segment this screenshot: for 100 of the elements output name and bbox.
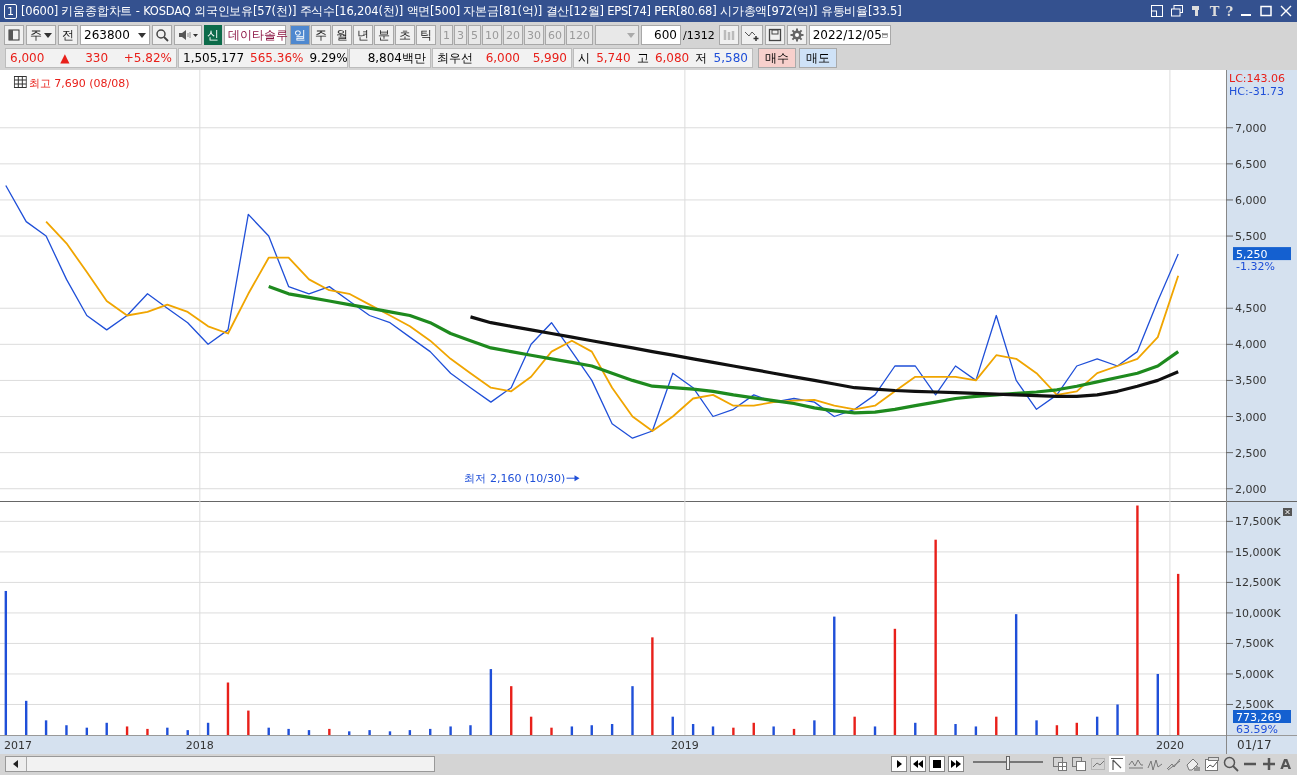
current-price-badge: 5,250 [1233, 247, 1291, 262]
chart-list-button[interactable] [4, 25, 24, 45]
time-label: 2018 [185, 739, 214, 752]
scrollbar[interactable] [5, 756, 435, 772]
font-size-button[interactable]: A [1280, 756, 1291, 772]
scroll-left-icon[interactable] [12, 760, 20, 768]
period-tab[interactable]: 년 [353, 25, 373, 45]
search-icon[interactable] [1223, 756, 1240, 772]
period-tab[interactable]: 분 [374, 25, 394, 45]
fast-forward-icon[interactable] [948, 756, 965, 772]
low-price-arrow [566, 475, 580, 482]
cursor-date: 01/17 [1237, 738, 1272, 752]
chart-window-icon[interactable] [1204, 756, 1221, 772]
quote-value: 최우선 [437, 49, 473, 67]
count-field[interactable]: 600 [641, 25, 681, 45]
plus-icon[interactable] [1261, 756, 1278, 772]
current-volume-badge: 773,269 [1233, 710, 1291, 724]
caret-icon [627, 32, 635, 38]
quote-value: 5,990 [532, 51, 567, 65]
quote-value: +5.82% [123, 51, 172, 65]
axis-label: 17,500K [1235, 515, 1281, 529]
candle-icon [721, 28, 736, 42]
help-button[interactable]: ? [1225, 3, 1233, 19]
axis-label: 7,500K [1235, 637, 1274, 651]
save-button[interactable] [764, 25, 785, 45]
quote-value: 5,580 [713, 51, 748, 65]
axis-label: 7,000 [1235, 121, 1267, 135]
speaker-dropdown[interactable] [174, 25, 202, 45]
play-icon[interactable] [891, 756, 908, 772]
quote-value: 시 [578, 49, 590, 67]
low-price-label: 최저 2,160 (10/30) [464, 472, 566, 486]
hc-value: HC:-31.73 [1229, 85, 1285, 98]
caret-icon [138, 32, 146, 38]
speaker-icon [177, 28, 199, 42]
settings-button[interactable] [786, 25, 807, 45]
time-label: 2019 [670, 739, 699, 752]
axis-label: 10,000K [1235, 606, 1281, 620]
quote-value: 6,080 [654, 51, 690, 65]
axis-label: 3,000 [1235, 410, 1267, 424]
layout-icon[interactable] [1149, 4, 1164, 18]
search-button[interactable] [152, 25, 172, 45]
quote-value: 330 [85, 51, 109, 65]
period-tab[interactable]: 일 [290, 25, 310, 45]
axis-label: 2,500K [1235, 698, 1274, 712]
jeon-button[interactable]: 전 [58, 25, 78, 45]
period-tab[interactable]: 월 [332, 25, 352, 45]
volume-ratio: 63.59% [1236, 723, 1278, 736]
axis-label: 12,500K [1235, 576, 1281, 590]
time-label: 2017 [4, 739, 32, 752]
caret-icon [44, 32, 52, 38]
maximize-icon[interactable] [1259, 4, 1273, 18]
sell-button[interactable]: 매도 [799, 48, 837, 68]
high-price-label: 최고 7,690 (08/08) [28, 77, 130, 90]
windows-icon[interactable] [1169, 4, 1184, 18]
scroll-thumb[interactable] [26, 757, 434, 771]
font-button[interactable]: T [1209, 3, 1220, 19]
period-tab[interactable]: 초 [395, 25, 415, 45]
close-icon[interactable] [1279, 4, 1293, 18]
axis-label: 6,500 [1235, 157, 1267, 171]
grid-window-icon[interactable] [1052, 756, 1069, 772]
quote-value: 1,505,177 [183, 51, 245, 65]
axis-label: 5,500 [1235, 230, 1267, 244]
new-badge: 신 [204, 25, 222, 45]
axis-label: 4,500 [1235, 302, 1267, 316]
axis-label: 5,000K [1235, 667, 1274, 681]
close-panel-icon[interactable] [1283, 508, 1292, 516]
window-title: [0600] 키움종합차트 - KOSDAQ 외국인보유[57(천)] 주식수[16,204(천)] 액면[500] 자본금[81(억)] 결산[12월] EPS[74] PER[80.68] 시가총액[972(억)] 유통비율[33.5] [21, 3, 902, 19]
trend-line-icon[interactable] [1166, 756, 1183, 772]
market-dropdown[interactable]: 주 [26, 25, 56, 45]
grid-marker-icon [14, 76, 27, 88]
overlap-window-icon[interactable] [1071, 756, 1088, 772]
period-tab[interactable]: 주 [311, 25, 331, 45]
cursor-line-icon[interactable] [1109, 756, 1126, 772]
axis-label: 4,000 [1235, 338, 1267, 352]
line-plus-button[interactable] [740, 25, 763, 45]
buy-button[interactable]: 매수 [758, 48, 796, 68]
period-tab[interactable]: 틱 [416, 25, 436, 45]
eraser-icon[interactable] [1185, 756, 1202, 772]
quote-value: 565.36% [250, 51, 304, 65]
rewind-icon[interactable] [910, 756, 927, 772]
date-field[interactable]: 2022/12/05 [808, 25, 891, 45]
stock-name-field[interactable]: 데이타솔루 [224, 25, 286, 45]
quote-value: 5,740 [596, 51, 631, 65]
quote-value: 9.29% [309, 51, 348, 65]
slider-thumb[interactable] [1006, 756, 1011, 770]
code-field[interactable]: 263800 [80, 25, 150, 45]
quote-value: 6,000 [10, 51, 45, 65]
quote-value: 저 [695, 49, 708, 67]
window-number: 1 [4, 3, 17, 19]
axis-label: 6,000 [1235, 193, 1267, 207]
axis-label: 2,000 [1235, 482, 1267, 496]
stop-icon[interactable] [929, 756, 946, 772]
quote-value: ▲ [60, 51, 70, 65]
zoom-slider[interactable] [973, 756, 1044, 772]
time-label: 2020 [1155, 739, 1184, 752]
quote-value: 고 [636, 49, 649, 67]
quote-value: 8,804백만 [367, 49, 426, 67]
axis-label: 3,500 [1235, 374, 1267, 388]
axis-label: 15,000K [1235, 545, 1281, 559]
lc-value: LC:143.06 [1229, 72, 1285, 85]
